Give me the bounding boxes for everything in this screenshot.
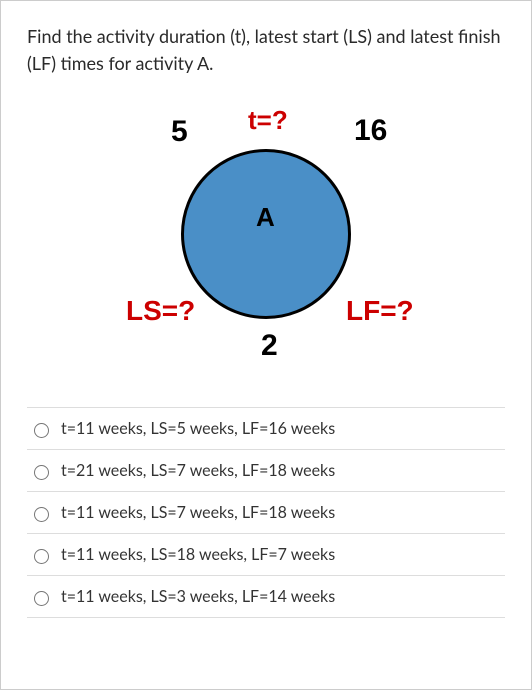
question-text: Find the activity duration (t), latest s…	[27, 23, 505, 77]
node-label: A	[256, 202, 275, 233]
option-5-label: t=11 weeks, LS=3 weeks, LF=14 weeks	[61, 587, 335, 606]
option-2[interactable]: t=21 weeks, LS=7 weeks, LF=18 weeks	[27, 449, 505, 491]
option-1-radio[interactable]	[34, 423, 49, 438]
option-4-label: t=11 weeks, LS=18 weeks, LF=7 weeks	[61, 545, 335, 564]
option-4[interactable]: t=11 weeks, LS=18 weeks, LF=7 weeks	[27, 533, 505, 575]
early-finish-value: 16	[354, 114, 387, 148]
option-4-radio[interactable]	[34, 549, 49, 564]
option-3-radio[interactable]	[34, 507, 49, 522]
duration-label: t=?	[248, 105, 288, 136]
float-value: 2	[261, 329, 278, 363]
answer-options: t=11 weeks, LS=5 weeks, LF=16 weeks t=21…	[27, 407, 505, 618]
question-container: Find the activity duration (t), latest s…	[0, 0, 532, 690]
early-start-value: 5	[171, 115, 188, 149]
option-5-radio[interactable]	[34, 591, 49, 606]
option-1-label: t=11 weeks, LS=5 weeks, LF=16 weeks	[61, 419, 335, 438]
option-5[interactable]: t=11 weeks, LS=3 weeks, LF=14 weeks	[27, 575, 505, 618]
option-3[interactable]: t=11 weeks, LS=7 weeks, LF=18 weeks	[27, 491, 505, 533]
late-start-label: LS=?	[126, 295, 195, 327]
option-1[interactable]: t=11 weeks, LS=5 weeks, LF=16 weeks	[27, 407, 505, 449]
option-3-label: t=11 weeks, LS=7 weeks, LF=18 weeks	[61, 503, 335, 522]
activity-node-circle	[181, 149, 351, 319]
option-2-label: t=21 weeks, LS=7 weeks, LF=18 weeks	[61, 461, 335, 480]
late-finish-label: LF=?	[346, 295, 414, 327]
activity-diagram: A t=? 5 16 LS=? LF=? 2	[86, 97, 446, 367]
option-2-radio[interactable]	[34, 465, 49, 480]
